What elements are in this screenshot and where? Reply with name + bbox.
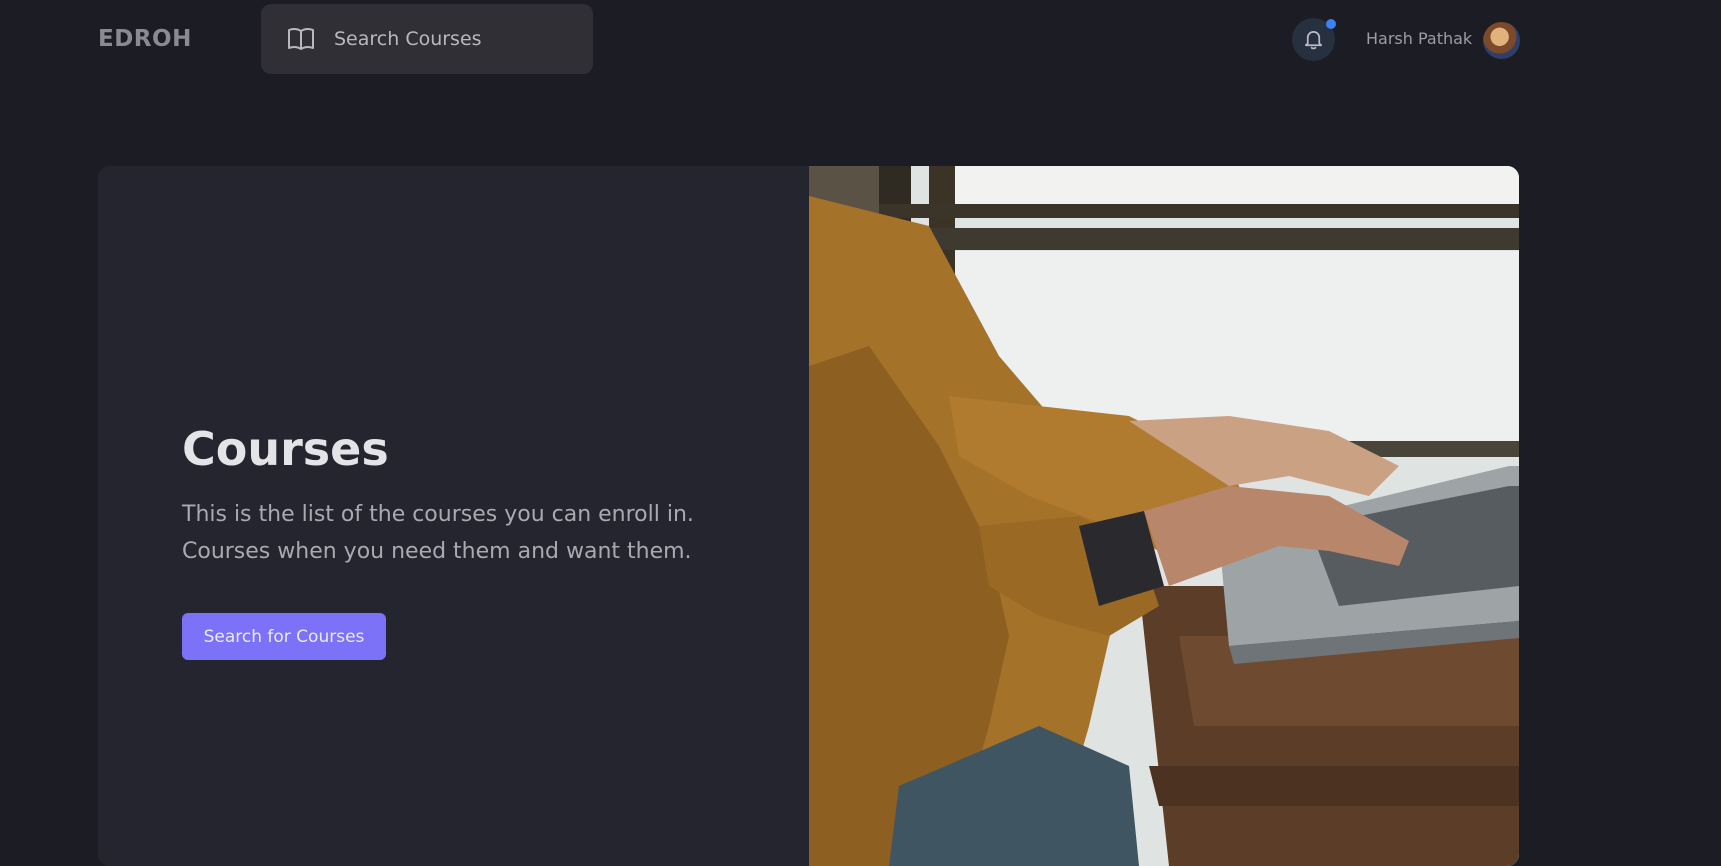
search-courses-label: Search Courses [334,28,482,50]
hero-text-panel: Courses This is the list of the courses … [98,166,809,866]
user-name[interactable]: Harsh Pathak [1366,29,1472,48]
page-title: Courses [182,422,389,476]
laptop-typing-illustration [809,166,1519,866]
hero-image [809,166,1519,866]
top-navbar: EDROH Search Courses Harsh Pathak [0,0,1721,80]
notification-unread-dot [1326,19,1336,29]
book-open-icon [288,27,314,50]
courses-hero-card: Courses This is the list of the courses … [98,166,1519,866]
search-for-courses-button[interactable]: Search for Courses [182,613,386,660]
search-courses-button[interactable]: Search Courses [261,4,593,74]
user-avatar[interactable] [1483,22,1520,59]
app-logo[interactable]: EDROH [98,26,192,52]
bell-icon [1304,30,1323,50]
hero-description: This is the list of the courses you can … [182,502,694,564]
